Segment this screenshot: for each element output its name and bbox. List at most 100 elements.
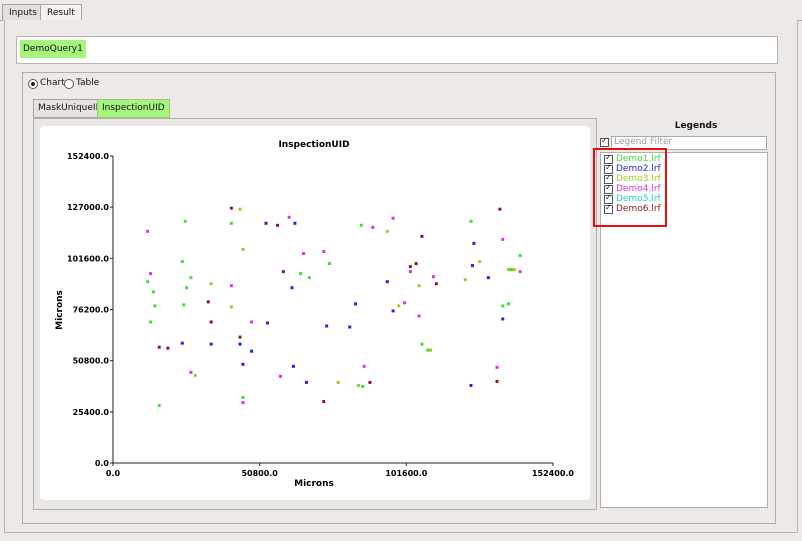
data-point [361,384,365,388]
y-tick-label: 101600.0 [67,254,109,263]
data-point [276,223,280,227]
data-point [417,314,421,318]
data-point [429,348,433,352]
chart-title: InspectionUID [278,140,349,150]
data-point [368,380,372,384]
data-point [408,265,412,269]
data-point [391,216,395,220]
data-point [157,345,161,349]
scatter-chart: InspectionUID 0.0 25400.0 50800.0 76200.0 10… [55,140,574,489]
data-point [498,207,502,211]
chart-panel: InspectionUID 0.0 25400.0 50800.0 76200.0 10… [40,126,590,500]
data-point [472,241,476,245]
highlight-box [593,148,667,227]
data-point [417,284,421,288]
data-point [293,221,297,225]
data-point [238,207,242,211]
data-point [371,225,375,229]
data-point [362,364,366,368]
legends-title: Legends [674,121,718,131]
data-point [463,278,467,282]
data-point [408,270,412,274]
legend-filter-checkbox[interactable] [600,136,609,147]
data-point [238,335,242,339]
data-point [229,221,233,225]
data-point [325,324,329,328]
data-point [180,341,184,345]
data-point [420,234,424,238]
radio-chart[interactable] [28,79,38,89]
data-point [385,280,389,284]
subtab-inspectionuid[interactable]: InspectionUID [97,99,170,118]
y-tick-label: 127000.0 [67,203,109,212]
query-chip[interactable]: DemoQuery1 [20,40,86,58]
data-point [486,276,490,280]
data-point [391,309,395,313]
y-tick-label: 0.0 [95,459,110,468]
data-point [250,320,254,324]
data-point [304,380,308,384]
data-point [356,383,360,387]
data-point [469,383,473,387]
radio-chart-label: Chart [40,78,65,88]
data-point [241,401,245,405]
data-point [157,404,161,408]
data-point [495,365,499,369]
data-point [189,276,193,280]
data-point [302,251,306,255]
query-bar [16,36,778,64]
data-point [328,262,332,266]
data-point [291,364,295,368]
data-point [209,320,213,324]
legend-filter-placeholder: Legend Filter [614,137,673,147]
radio-table-label: Table [76,78,100,88]
data-point [518,270,522,274]
radio-table[interactable] [64,79,74,89]
data-point [241,396,245,400]
data-point [470,264,474,268]
data-point [209,342,213,346]
data-point [265,321,269,325]
tab-result[interactable]: Result [40,4,82,21]
data-point [278,374,282,378]
data-point [193,373,197,377]
data-point [501,237,505,241]
data-point [322,249,326,253]
data-point [307,276,311,280]
data-point [518,254,522,258]
data-point [287,215,291,219]
data-point [183,219,187,223]
y-axis-label: Microns [55,290,65,330]
x-tick-label: 152400.0 [532,469,574,478]
data-point [151,290,155,294]
x-tick-label: 0.0 [106,469,121,478]
data-point [403,301,407,305]
x-tick-label: 50800.0 [241,469,278,478]
y-tick-label: 152400.0 [67,152,109,161]
data-point [185,286,189,290]
data-point [478,260,482,264]
data-point [336,380,340,384]
data-point [385,229,389,233]
data-point [149,320,153,324]
tab-inputs-label: Inputs [9,8,37,18]
data-point [397,304,401,308]
data-point [348,325,352,329]
y-tick-label: 25400.0 [73,408,110,417]
tab-inputs[interactable]: Inputs [2,4,44,21]
y-tick-label: 50800.0 [73,357,110,366]
x-axis-label: Microns [294,479,334,489]
y-tick-label: 76200.0 [73,306,110,315]
data-point [299,272,303,276]
data-point [166,346,170,350]
data-point [264,221,268,225]
data-point [241,247,245,251]
data-point [509,268,513,272]
data-point [281,270,285,274]
data-point [501,304,505,308]
data-point [146,280,150,284]
data-point [434,282,438,286]
data-point [354,302,358,306]
data-point [180,260,184,264]
data-point [146,229,150,233]
